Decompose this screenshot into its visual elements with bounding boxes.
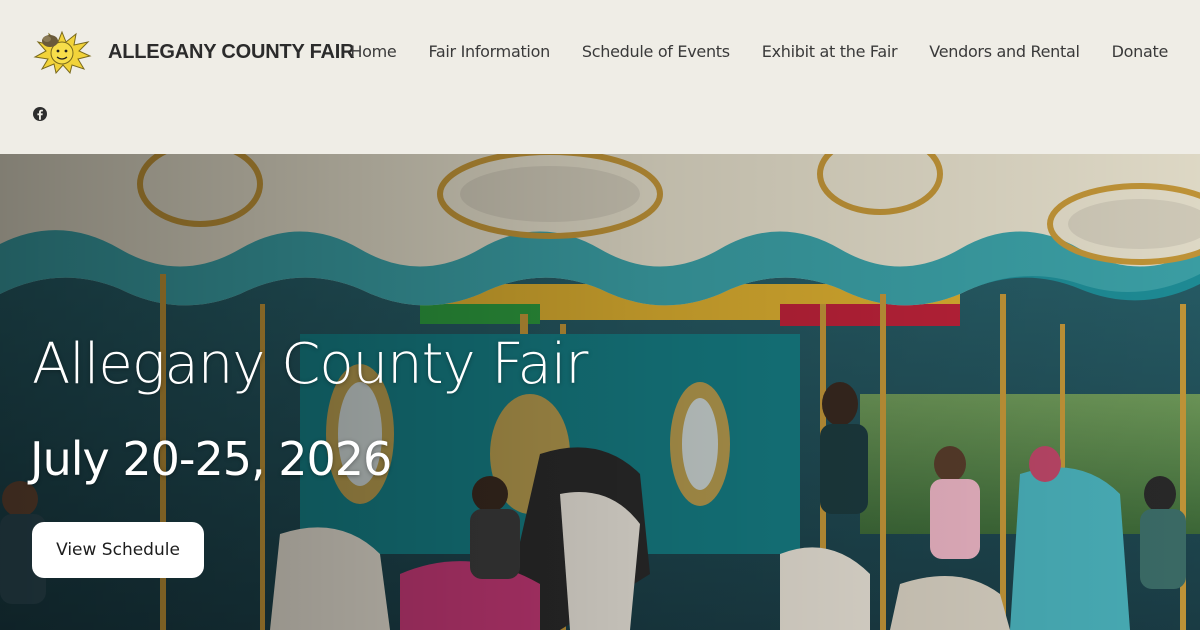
nav-item-fair-information[interactable]: Fair Information xyxy=(428,42,550,62)
view-schedule-button[interactable]: View Schedule xyxy=(32,522,204,578)
site-title[interactable]: ALLEGANY COUNTY FAIR xyxy=(108,41,355,64)
hero-title: Allegany County Fair xyxy=(32,332,588,397)
nav-item-exhibit-at-the-fair[interactable]: Exhibit at the Fair xyxy=(762,42,898,62)
nav-item-donate[interactable]: Donate xyxy=(1112,42,1169,62)
sun-mascot-icon xyxy=(33,30,92,74)
facebook-icon[interactable] xyxy=(32,106,48,122)
hero-banner: Allegany County Fair July 20-25, 2026 Vi… xyxy=(0,154,1200,630)
main-nav: Home Fair Information Schedule of Events… xyxy=(350,42,1168,62)
nav-item-vendors-and-rental[interactable]: Vendors and Rental xyxy=(929,42,1080,62)
nav-item-home[interactable]: Home xyxy=(350,42,396,62)
nav-item-schedule-of-events[interactable]: Schedule of Events xyxy=(582,42,730,62)
site-header: ALLEGANY COUNTY FAIR Home Fair Informati… xyxy=(0,0,1200,154)
event-date: July 20-25, 2026 xyxy=(30,432,392,486)
brand[interactable]: ALLEGANY COUNTY FAIR xyxy=(32,30,355,74)
